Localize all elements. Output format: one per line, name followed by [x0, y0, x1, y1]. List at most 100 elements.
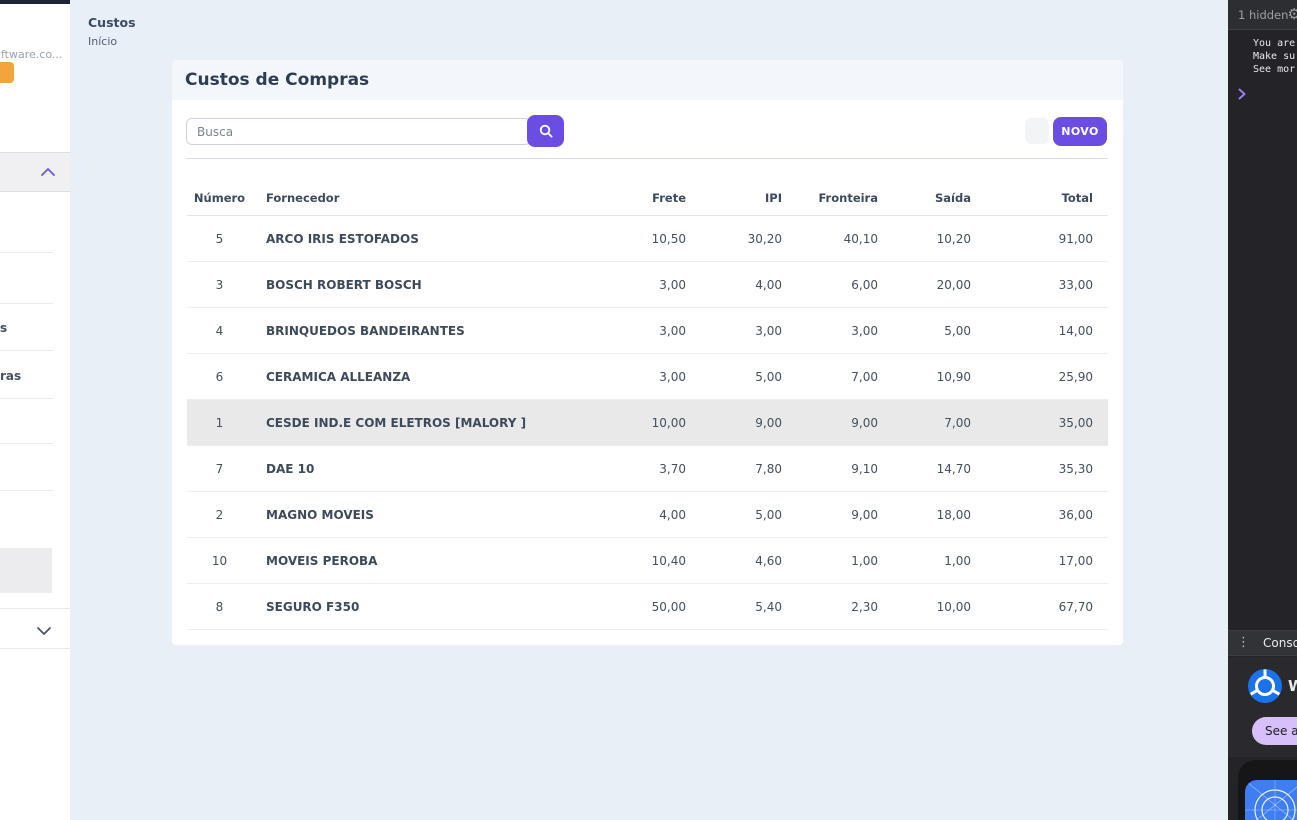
cell-ipi: 3,00 [700, 308, 796, 354]
sidebar: ftware.co... s ras [0, 0, 70, 820]
tab-console[interactable]: Conso [1263, 636, 1297, 650]
cell-numero: 4 [187, 308, 252, 354]
devtools-drawer-bar: ⋮ Conso [1228, 630, 1297, 656]
table-row[interactable]: 6CERAMICA ALLEANZA3,005,007,0010,9025,90 [187, 354, 1108, 400]
card-header: Custos de Compras [172, 60, 1123, 100]
col-fornecedor: Fornecedor [252, 180, 610, 216]
breadcrumb[interactable]: Início [88, 35, 117, 48]
cell-saida: 7,00 [892, 400, 985, 446]
console-message-line: See mor [1253, 63, 1295, 76]
cell-ipi: 30,20 [700, 216, 796, 262]
cell-fronteira: 9,00 [796, 400, 892, 446]
cell-fornecedor: DAE 10 [252, 446, 610, 492]
table-row[interactable]: 8SEGURO F35050,005,402,3010,0067,70 [187, 584, 1108, 630]
cell-ipi: 5,00 [700, 354, 796, 400]
cell-saida: 10,90 [892, 354, 985, 400]
cell-fronteira: 7,00 [796, 354, 892, 400]
devtools-panel: 1 hidden ⚙ You areMake suSee mor ⋮ Conso… [1228, 0, 1297, 820]
whats-new-section: W See all [1228, 657, 1297, 757]
cell-ipi: 7,80 [700, 446, 796, 492]
cell-total: 67,70 [985, 584, 1108, 630]
sidebar-item-label[interactable]: ras [0, 369, 21, 383]
cell-frete: 10,40 [610, 538, 700, 584]
cell-numero: 1 [187, 400, 252, 446]
cell-saida: 18,00 [892, 492, 985, 538]
divider [0, 648, 70, 649]
cell-fornecedor: SEGURO F350 [252, 584, 610, 630]
table-row[interactable]: 2MAGNO MOVEIS4,005,009,0018,0036,00 [187, 492, 1108, 538]
chevron-down-icon[interactable] [36, 622, 52, 641]
divider [0, 350, 53, 351]
table-row[interactable]: 4BRINQUEDOS BANDEIRANTES3,003,003,005,00… [187, 308, 1108, 354]
main-content: Custos Início Custos de Compras NOVO Núm… [70, 0, 1228, 820]
col-frete: Frete [610, 180, 700, 216]
cell-total: 35,30 [985, 446, 1108, 492]
cell-fronteira: 3,00 [796, 308, 892, 354]
cell-fronteira: 40,10 [796, 216, 892, 262]
whats-new-promo-card[interactable] [1238, 760, 1297, 820]
cell-total: 25,90 [985, 354, 1108, 400]
cell-fronteira: 9,00 [796, 492, 892, 538]
divider [0, 252, 53, 253]
divider [0, 398, 53, 399]
cell-frete: 10,50 [610, 216, 700, 262]
cell-numero: 6 [187, 354, 252, 400]
table-row[interactable]: 7DAE 103,707,809,1014,7035,30 [187, 446, 1108, 492]
sidebar-collapse-header[interactable] [0, 152, 70, 192]
hidden-messages-label[interactable]: 1 hidden [1238, 8, 1288, 22]
col-ipi: IPI [700, 180, 796, 216]
cell-saida: 1,00 [892, 538, 985, 584]
search-button[interactable] [527, 115, 564, 147]
table-row[interactable]: 3BOSCH ROBERT BOSCH3,004,006,0020,0033,0… [187, 262, 1108, 308]
cell-total: 36,00 [985, 492, 1108, 538]
sidebar-notification-badge [0, 62, 14, 83]
ghost-square-button[interactable] [1025, 118, 1049, 144]
kebab-menu-icon[interactable]: ⋮ [1237, 635, 1250, 650]
col-total: Total [985, 180, 1108, 216]
cell-fronteira: 6,00 [796, 262, 892, 308]
cell-ipi: 5,00 [700, 492, 796, 538]
cell-frete: 3,00 [610, 354, 700, 400]
sidebar-account-text: ftware.co... [1, 48, 62, 61]
cell-ipi: 4,00 [700, 262, 796, 308]
sidebar-item-label[interactable]: s [0, 321, 7, 335]
col-fronteira: Fronteira [796, 180, 892, 216]
cell-frete: 50,00 [610, 584, 700, 630]
cell-fronteira: 1,00 [796, 538, 892, 584]
divider [0, 608, 70, 609]
cell-numero: 7 [187, 446, 252, 492]
cell-saida: 5,00 [892, 308, 985, 354]
cell-numero: 2 [187, 492, 252, 538]
cell-total: 17,00 [985, 538, 1108, 584]
cell-fornecedor: ARCO IRIS ESTOFADOS [252, 216, 610, 262]
cell-ipi: 4,60 [700, 538, 796, 584]
costs-card: Custos de Compras NOVO NúmeroFornecedorF… [172, 60, 1123, 645]
cell-numero: 8 [187, 584, 252, 630]
chrome-logo-icon [1247, 668, 1283, 704]
cell-saida: 20,00 [892, 262, 985, 308]
console-prompt[interactable] [1238, 85, 1246, 104]
table-row[interactable]: 1CESDE IND.E COM ELETROS [MALORY ]10,009… [187, 400, 1108, 446]
cell-numero: 3 [187, 262, 252, 308]
search-input[interactable] [186, 118, 531, 145]
cell-numero: 5 [187, 216, 252, 262]
cell-fornecedor: CESDE IND.E COM ELETROS [MALORY ] [252, 400, 610, 446]
col-numero: Número [187, 180, 252, 216]
console-message-line: You are [1253, 37, 1295, 50]
cell-total: 91,00 [985, 216, 1108, 262]
divider [0, 303, 53, 304]
see-all-button[interactable]: See all [1252, 717, 1297, 745]
new-record-button[interactable]: NOVO [1053, 117, 1107, 146]
cell-fornecedor: MAGNO MOVEIS [252, 492, 610, 538]
table-row[interactable]: 10MOVEIS PEROBA10,404,601,001,0017,00 [187, 538, 1108, 584]
cell-saida: 10,20 [892, 216, 985, 262]
gear-icon[interactable]: ⚙ [1288, 5, 1297, 23]
console-message-line: Make su [1253, 50, 1295, 63]
whats-new-title: W [1288, 677, 1297, 695]
page-title: Custos [88, 15, 136, 30]
table-row[interactable]: 5ARCO IRIS ESTOFADOS10,5030,2040,1010,20… [187, 216, 1108, 262]
card-title: Custos de Compras [185, 70, 369, 90]
sidebar-active-item[interactable] [0, 548, 52, 593]
search-icon [538, 123, 554, 139]
col-saida: Saída [892, 180, 985, 216]
